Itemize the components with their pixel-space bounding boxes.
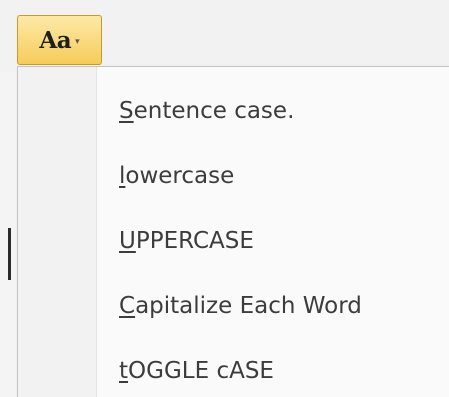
menu-item-label: OGGLE cASE xyxy=(128,358,274,384)
change-case-button[interactable]: Aa ▾ xyxy=(17,15,102,65)
change-case-menu: Sentence case. l owercase U PPERCASE Capit… xyxy=(17,66,449,397)
background-edge-mark xyxy=(8,228,11,280)
menu-item-label: PPERCASE xyxy=(135,228,254,254)
menu-item-label: entence case. xyxy=(133,98,295,124)
menu-item-toggle-case[interactable]: t OGGLE cASE xyxy=(97,345,449,397)
menu-item-lowercase[interactable]: l owercase xyxy=(97,150,449,202)
menu-item-mnemonic: t xyxy=(119,358,129,384)
menu-item-label: owercase xyxy=(125,163,235,189)
chevron-down-icon: ▾ xyxy=(75,36,80,47)
menu-item-sentence-case[interactable]: Sentence case. xyxy=(97,85,449,137)
menu-item-label: apitalize Each Word xyxy=(135,293,362,319)
menu-item-capitalize-each-word[interactable]: Capitalize Each Word xyxy=(97,280,449,332)
menu-item-uppercase[interactable]: U PPERCASE xyxy=(97,215,449,267)
change-case-icon: Aa xyxy=(39,26,72,54)
menu-icon-gutter xyxy=(18,67,97,397)
menu-item-mnemonic: C xyxy=(119,293,136,319)
menu-item-mnemonic: S xyxy=(119,98,134,124)
menu-item-mnemonic: U xyxy=(119,228,136,254)
